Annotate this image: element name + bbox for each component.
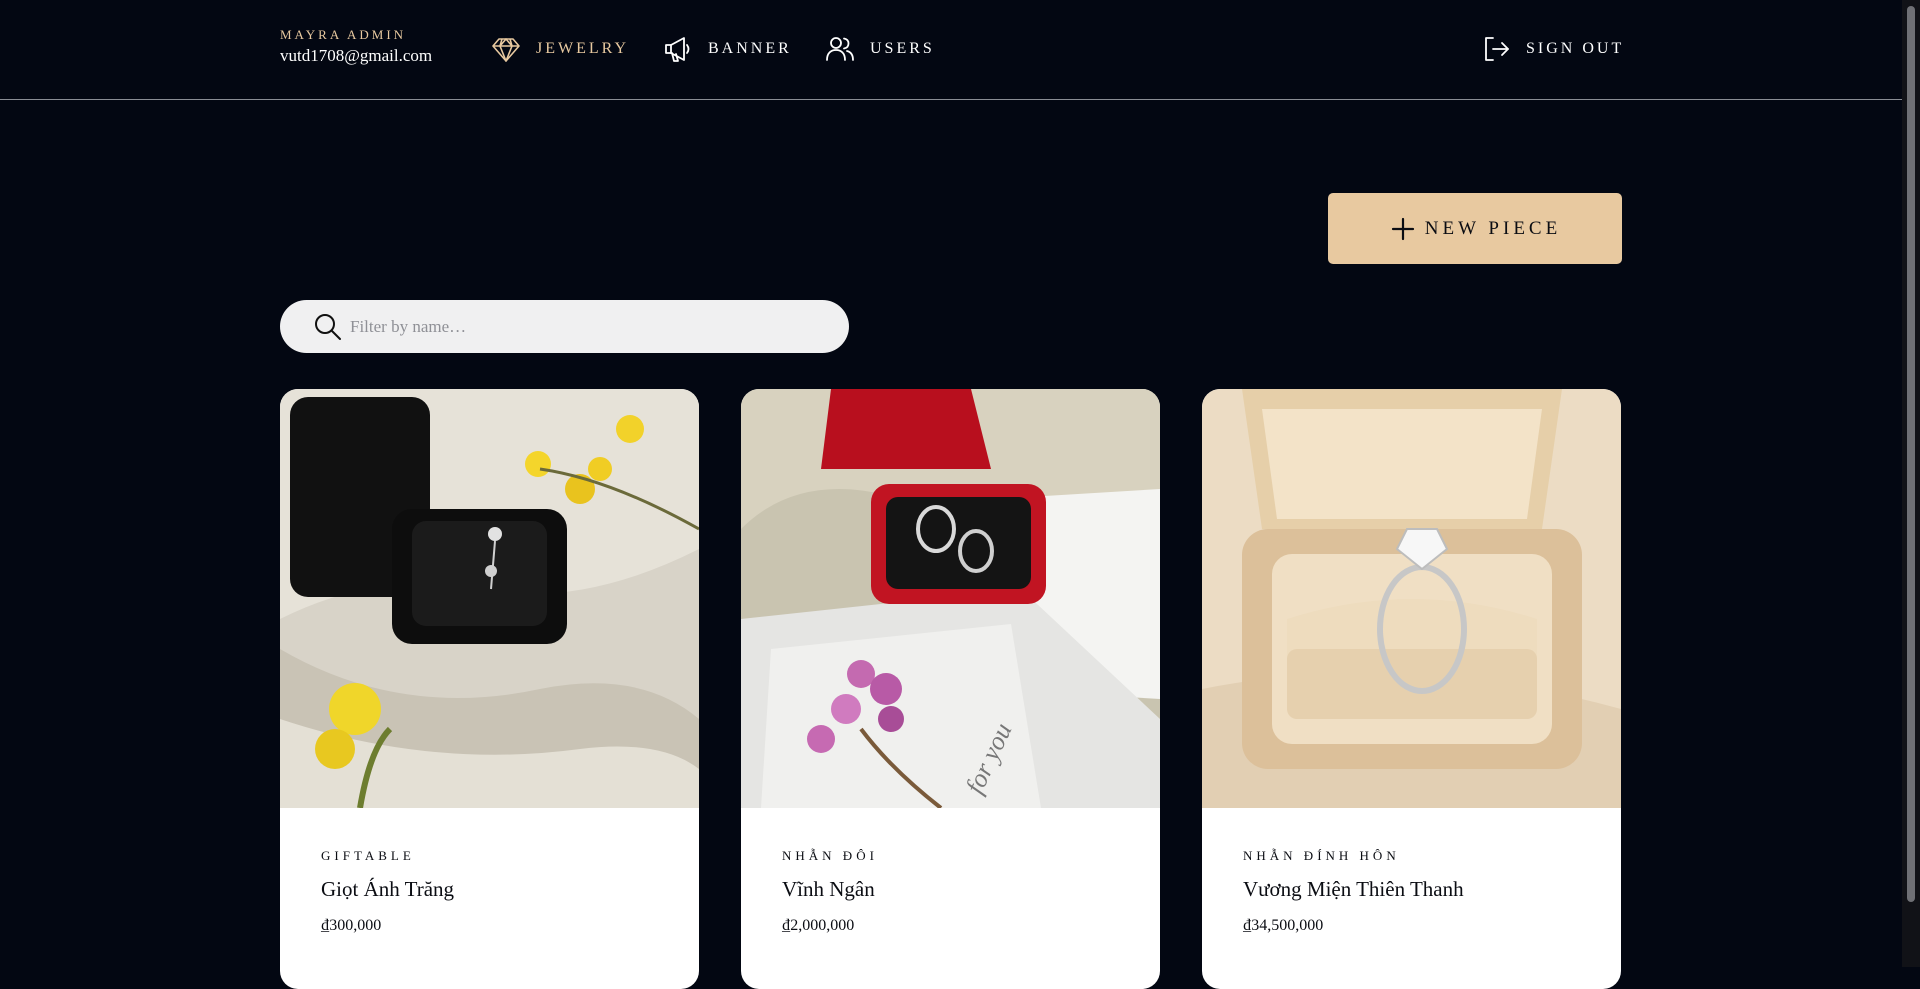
brand-block: MAYRA ADMIN vutd1708@gmail.com — [280, 27, 432, 66]
product-category: NHẪN ĐÔI — [782, 848, 878, 863]
new-piece-label: NEW PIECE — [1424, 217, 1562, 239]
sign-out-label: SIGN OUT — [1526, 40, 1625, 57]
product-image: for you — [741, 389, 1160, 808]
nav-jewelry[interactable]: JEWELRY — [490, 32, 629, 66]
product-price: ₫2,000,000 — [782, 917, 855, 934]
nav-users-label: USERS — [870, 40, 935, 57]
sign-out-button[interactable]: SIGN OUT — [1480, 32, 1624, 66]
nav-banner-label: BANNER — [708, 40, 792, 57]
users-icon — [826, 37, 854, 61]
product-name: Vĩnh Ngân — [782, 877, 875, 901]
product-image — [280, 389, 699, 808]
product-name: Giọt Ánh Trăng — [321, 877, 455, 901]
new-piece-button[interactable]: NEW PIECE — [1328, 193, 1622, 264]
product-price: ₫300,000 — [321, 917, 382, 934]
search-input[interactable] — [348, 315, 832, 338]
nav-users[interactable]: USERS — [824, 32, 935, 66]
product-category: GIFTABLE — [321, 848, 415, 863]
product-card[interactable]: GIFTABLE Giọt Ánh Trăng ₫300,000 — [280, 389, 699, 989]
product-category: NHẪN ĐÍNH HÔN — [1243, 848, 1400, 863]
search-icon — [315, 313, 341, 340]
search-bar — [280, 300, 849, 353]
nav-banner[interactable]: BANNER — [662, 32, 792, 66]
sign-out-icon — [1485, 37, 1509, 61]
megaphone-icon — [665, 37, 690, 62]
product-card[interactable]: NHẪN ĐÍNH HÔN Vương Miện Thiên Thanh ₫34… — [1202, 389, 1621, 989]
scrollbar-thumb[interactable] — [1907, 6, 1915, 902]
product-name: Vương Miện Thiên Thanh — [1243, 877, 1464, 901]
product-card[interactable]: for you NHẪN ĐÔI Vĩnh Ngân ₫2,000,000 — [741, 389, 1160, 989]
diamond-icon — [492, 38, 520, 62]
brand-label: MAYRA ADMIN — [280, 27, 407, 42]
user-email: vutd1708@gmail.com — [280, 46, 433, 65]
nav-jewelry-label: JEWELRY — [536, 40, 629, 57]
plus-icon — [1391, 217, 1414, 240]
top-navigation-bar: MAYRA ADMIN vutd1708@gmail.com JEWELRY B… — [0, 0, 1902, 100]
product-image — [1202, 389, 1621, 808]
product-price: ₫34,500,000 — [1243, 917, 1324, 934]
